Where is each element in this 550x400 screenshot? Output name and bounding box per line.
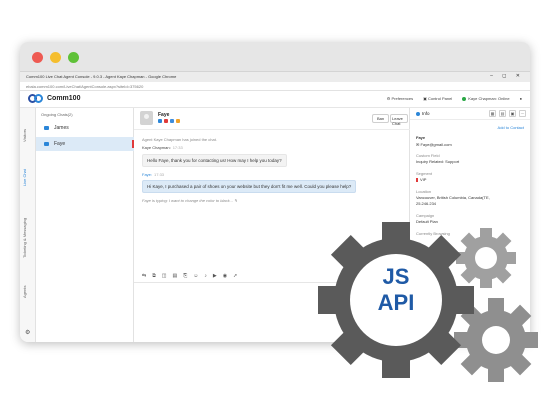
mac-title-bar xyxy=(20,42,530,72)
ongoing-chats-header[interactable]: Ongoing Chats(2) xyxy=(41,112,73,117)
chrome-icon xyxy=(176,119,180,123)
visitor-header: Faye Ban Leave Chat xyxy=(134,108,410,130)
chat-item-name: James xyxy=(54,125,69,131)
more-options-icon[interactable]: ⋯ xyxy=(519,110,526,117)
chat-item-name: Faye xyxy=(54,141,66,147)
custom-field-label: Custom Field xyxy=(416,153,440,158)
audio-icon[interactable]: ♪ xyxy=(204,273,207,279)
system-message: Agent Kaye Chapman has joined the chat. xyxy=(142,137,217,142)
chat-list-item[interactable]: James xyxy=(36,121,134,135)
online-status-icon xyxy=(462,96,467,101)
location-ip: 25.246.234 xyxy=(416,201,437,206)
badge-api-text: API xyxy=(377,290,415,315)
screenshot-icon[interactable]: ◫ xyxy=(162,273,167,279)
chat-list-item-active[interactable]: Faye xyxy=(36,137,134,151)
chat-bubble-icon xyxy=(44,126,49,130)
badge-js-text: JS xyxy=(382,264,410,289)
add-to-contact-link[interactable]: Add to Contact xyxy=(498,125,524,130)
maximize-window-button[interactable] xyxy=(68,52,79,63)
window-title: Comm100 Live Chat Agent Console - 9.0.3 … xyxy=(20,72,530,82)
gears-icon xyxy=(318,222,538,382)
settings-gear-icon[interactable]: ⚙ xyxy=(25,329,30,336)
url-text: ebala.comm100.com/LiveChat/AgentConsole.… xyxy=(26,84,144,89)
contact-icon[interactable]: ▦ xyxy=(489,110,496,117)
visitor-label: Faye: 17:33 xyxy=(142,172,165,177)
typing-indicator: Faye is typing: I want to change the col… xyxy=(142,198,238,203)
info-name: Faye xyxy=(416,135,426,140)
ban-button[interactable]: Ban xyxy=(372,114,390,123)
window-title-text: Comm100 Live Chat Agent Console - 9.0.3 … xyxy=(26,74,177,79)
side-tabs: Visitors Live Chat Ticketing & Messaging… xyxy=(20,108,36,342)
windows-icon xyxy=(170,119,174,123)
more-icon[interactable]: ➚ xyxy=(233,273,237,279)
custom-field-value: Inquiry Related: Support xyxy=(416,159,460,164)
window-controls[interactable]: – ◻ ✕ xyxy=(490,73,524,79)
visitor-message-bubble: Hi Kaye, I purchased a pair of shoes on … xyxy=(142,180,357,193)
logo-icon xyxy=(28,94,44,103)
tab-live-chat[interactable]: Live Chat xyxy=(22,169,27,186)
composer-toolbar: ⇆ ⧉ ◫ ▤ ⎘ ☺ ♪ ▶ ◉ ➚ xyxy=(142,273,237,279)
help-icon[interactable]: ● xyxy=(520,96,522,101)
control-panel-link[interactable]: ▣ Control Panel xyxy=(423,96,452,101)
file-icon[interactable]: ▤ xyxy=(173,273,178,279)
agent-label: Kaye Chapman: 17:33 xyxy=(142,145,183,150)
info-icon xyxy=(416,111,420,116)
close-window-button[interactable] xyxy=(32,52,43,63)
video-icon[interactable]: ▶ xyxy=(213,273,217,279)
leave-chat-button[interactable]: Leave Chat xyxy=(390,114,408,126)
info-tab[interactable]: Info xyxy=(416,111,430,116)
preferences-link[interactable]: ⚙ Preferences xyxy=(387,96,413,101)
document-icon[interactable]: ▤ xyxy=(499,110,506,117)
attachment-icon[interactable]: ⎘ xyxy=(183,273,187,279)
segment-flag-icon xyxy=(416,177,418,182)
minimize-window-button[interactable] xyxy=(50,52,61,63)
campaign-label: Campaign xyxy=(416,213,435,218)
brand-name: Comm100 xyxy=(47,95,81,102)
tab-agents[interactable]: Agents xyxy=(22,286,27,298)
app-header: Comm100 ⚙ Preferences ▣ Control Panel Ka… xyxy=(20,91,530,108)
emoji-icon[interactable]: ☺ xyxy=(193,273,198,279)
agent-status[interactable]: Kaye Chapman: Online xyxy=(462,96,510,101)
visitor-name: Faye xyxy=(158,112,170,118)
transfer-icon[interactable]: ⇆ xyxy=(142,273,146,279)
agent-message-bubble: Hello Faye, thank you for contacting us!… xyxy=(142,154,287,167)
chat-list: Ongoing Chats(2) James Faye xyxy=(36,108,134,342)
visitor-channel-icons xyxy=(158,119,180,123)
monitor-icon xyxy=(158,119,162,123)
small-gear-icon xyxy=(456,228,516,288)
info-header: Info ▦ ▤ ▣ ⋯ xyxy=(410,108,530,120)
gmail-icon xyxy=(164,119,168,123)
location-value: Vancouver, British Columbia, Canada(TE, xyxy=(416,195,490,200)
info-email: ✉ Faye@gmail.com xyxy=(416,142,452,147)
location-label: Location xyxy=(416,189,432,194)
visitor-avatar xyxy=(140,111,153,125)
brand-logo: Comm100 xyxy=(28,94,80,103)
segment-value: VIP xyxy=(416,177,426,182)
segment-label: Segment xyxy=(416,171,433,176)
tab-visitors[interactable]: Visitors xyxy=(22,129,27,142)
user-card-icon[interactable]: ▣ xyxy=(509,110,516,117)
cobrowse-icon[interactable]: ◉ xyxy=(223,273,227,279)
tab-ticketing[interactable]: Ticketing & Messaging xyxy=(22,218,27,258)
address-bar[interactable]: ebala.comm100.com/LiveChat/AgentConsole.… xyxy=(20,82,530,91)
chat-bubble-icon xyxy=(44,142,49,146)
copy-icon[interactable]: ⧉ xyxy=(152,273,156,279)
js-api-gears-graphic: JS API xyxy=(318,220,538,400)
